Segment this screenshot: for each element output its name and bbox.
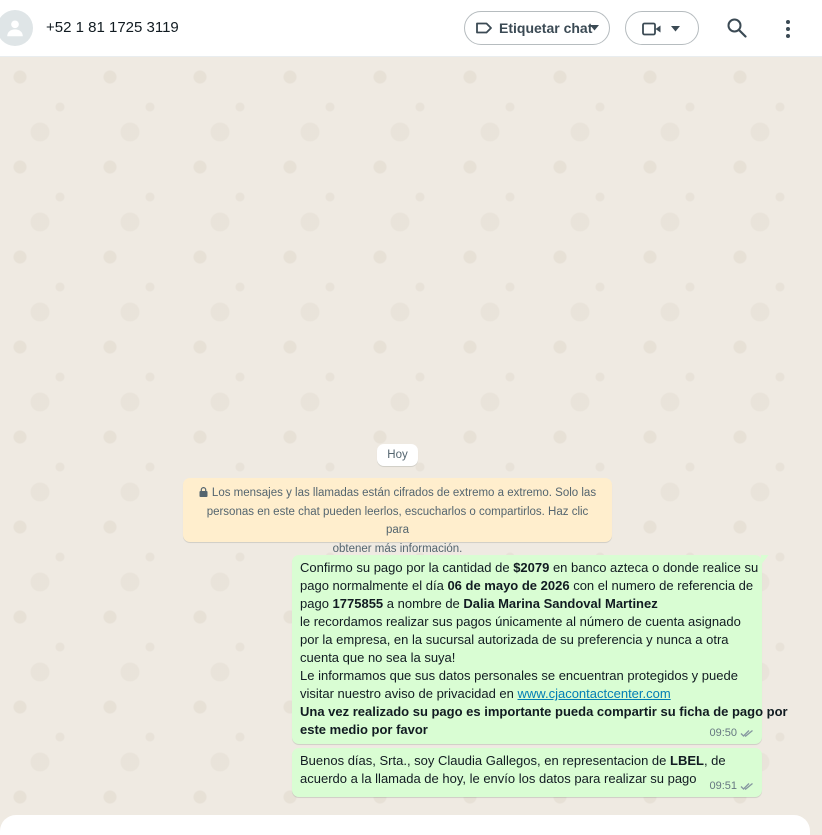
outgoing-message[interactable]: Confirmo su pago por la cantidad de $207… — [292, 555, 788, 744]
message-meta: 09:50 — [709, 724, 754, 742]
date-text: 06 de mayo de 2026 — [447, 578, 570, 593]
encryption-notice-line3: obtener más información. — [332, 542, 463, 555]
message-line: Buenos días, Srta., soy Claudia Gallegos… — [300, 753, 726, 768]
message-line: Confirmo su pago por la cantidad de $207… — [300, 560, 759, 575]
encryption-notice[interactable]: Los mensajes y las llamadas están cifrad… — [183, 478, 612, 555]
contact-avatar[interactable] — [0, 10, 33, 46]
label-chat-text: Etiquetar chat — [499, 20, 593, 36]
search-icon[interactable] — [727, 18, 747, 38]
message-composer[interactable] — [0, 815, 810, 835]
double-check-icon — [740, 729, 753, 737]
message-line: pago 1775855 a nombre de Dalia Marina Sa… — [300, 596, 658, 611]
bubble-tail — [761, 555, 769, 565]
double-check-icon — [740, 782, 753, 790]
message-meta: 09:51 — [709, 777, 754, 795]
label-chat-button[interactable]: Etiquetar chat — [464, 11, 610, 45]
chat-header: +52 1 81 1725 3119 Etiquetar chat — [0, 0, 822, 57]
default-user-icon — [7, 20, 23, 37]
tag-icon — [476, 22, 492, 34]
chat-scrollbar[interactable] — [816, 57, 822, 817]
message-line: pago normalmente el día 06 de mayo de 20… — [300, 578, 754, 593]
brand-text: LBEL — [670, 753, 704, 768]
lock-icon — [199, 487, 208, 497]
message-line: Una vez realizado su pago es importante … — [300, 704, 788, 719]
message-line: cuenta que no sea la suya! — [300, 650, 456, 665]
video-camera-icon — [642, 22, 661, 36]
client-name-text: Dalia Marina Sandoval Martinez — [463, 596, 658, 611]
privacy-link[interactable]: www.cjacontactcenter.com — [518, 686, 671, 701]
message-line: le recordamos realizar sus pagos únicame… — [300, 614, 741, 629]
date-chip: Hoy — [377, 444, 418, 466]
amount-text: $2079 — [513, 560, 550, 575]
chevron-down-icon — [590, 25, 599, 31]
message-time: 09:50 — [709, 727, 737, 739]
message-line: acuerdo a la llamada de hoy, le envío lo… — [300, 771, 697, 786]
message-line: por la empresa, en la sucursal autorizad… — [300, 632, 729, 647]
message-line: este medio por favor — [300, 722, 428, 737]
message-time: 09:51 — [709, 780, 737, 792]
encryption-notice-line2: personas en este chat pueden leerlos, es… — [206, 505, 589, 537]
encryption-notice-line1: Los mensajes y las llamadas están cifrad… — [211, 487, 597, 499]
message-line: Le informamos que sus datos personales s… — [300, 668, 738, 683]
message-line: visitar nuestro aviso de privacidad en w… — [300, 686, 671, 701]
contact-name[interactable]: +52 1 81 1725 3119 — [46, 19, 179, 36]
more-options-icon[interactable] — [783, 18, 793, 40]
reference-text: 1775855 — [332, 596, 384, 611]
chevron-down-icon — [671, 26, 680, 32]
video-call-button[interactable] — [625, 11, 699, 45]
outgoing-message[interactable]: Buenos días, Srta., soy Claudia Gallegos… — [292, 748, 762, 797]
